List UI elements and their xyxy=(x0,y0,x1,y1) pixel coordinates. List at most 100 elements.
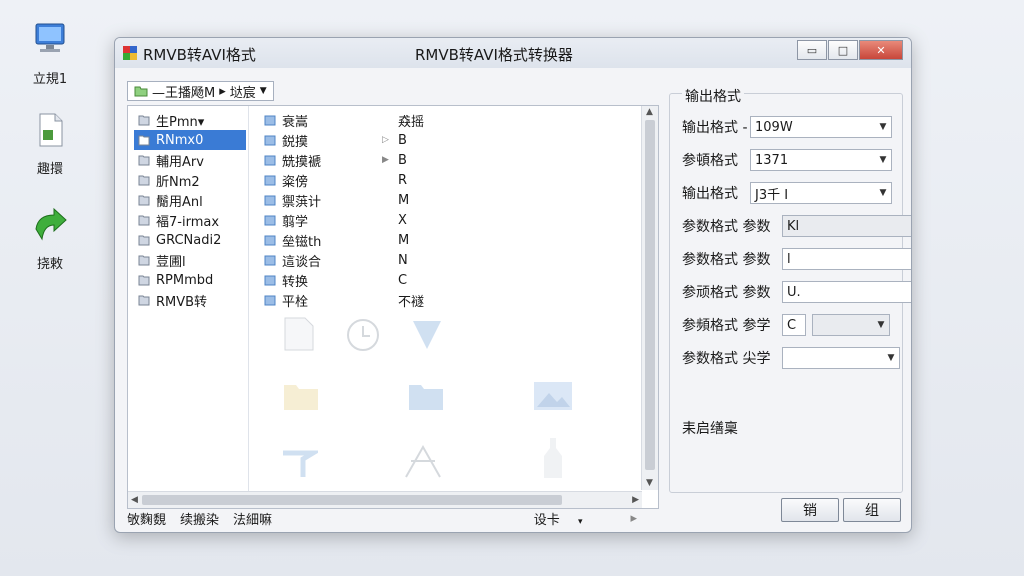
panel-title: 输出格式 xyxy=(682,86,744,106)
folder-label: 生Pmn▾ xyxy=(156,114,205,130)
folder-label: 褔7-irmax xyxy=(156,214,220,230)
folder-label: 鬜用Anl xyxy=(156,194,203,210)
format-label: 参顽格式 参数 xyxy=(682,285,771,301)
title-bar[interactable]: RMVB转AVI格式 RMVB转AVI格式转换器 ▭ □ ✕ xyxy=(115,38,911,68)
status-item: 续搬染 xyxy=(180,512,220,528)
detail-list-item[interactable]: ▶ B xyxy=(378,150,478,170)
format-setting-row: 参数格式 尖学 ▼ xyxy=(682,347,900,369)
ok-button[interactable]: 销 xyxy=(781,498,839,522)
file-list-item[interactable]: 垒镃th xyxy=(260,230,360,250)
format-dropdown[interactable]: l▼ xyxy=(782,248,911,270)
file-icon xyxy=(264,235,276,246)
chevron-down-icon[interactable]: ▼ xyxy=(260,86,267,96)
detail-list-item[interactable]: R xyxy=(378,170,478,190)
format-dropdown[interactable]: U. ▼ xyxy=(782,281,911,303)
close-button[interactable]: ✕ xyxy=(859,40,903,60)
folder-list-item[interactable]: RPMmbd xyxy=(134,270,246,290)
scroll-thumb[interactable] xyxy=(142,495,562,505)
field-value: Kl xyxy=(787,218,800,234)
scroll-left-icon[interactable]: ◀ xyxy=(131,495,138,505)
expand-arrow-icon: ▷ xyxy=(382,135,389,145)
scroll-down-icon[interactable]: ▼ xyxy=(646,478,653,488)
nav-arrow-icon[interactable]: ▸ xyxy=(630,511,637,526)
chevron-down-icon: ▼ xyxy=(907,249,911,269)
desktop-icon-document[interactable]: 趣擐 xyxy=(20,110,80,177)
folder-label: 輔用Arv xyxy=(156,154,204,170)
format-dropdown[interactable]: J3千 I ▼ xyxy=(750,182,892,204)
file-label: 粢傍 xyxy=(282,174,309,190)
detail-list-item[interactable]: ▷ B xyxy=(378,130,478,150)
desktop-icon-label: 趣擐 xyxy=(36,162,63,177)
format-label: 参数格式 参数 xyxy=(682,219,771,235)
folder-list-item[interactable]: RNmx0 xyxy=(134,130,246,150)
detail-list-item[interactable]: 猋摇 xyxy=(378,110,478,130)
detail-list-item[interactable]: C xyxy=(378,270,478,290)
format-dropdown[interactable]: ▼ xyxy=(812,314,890,336)
file-label: 翦学 xyxy=(282,214,309,230)
format-label: 参頻格式 参学 xyxy=(682,318,771,334)
file-label: 禦葓计 xyxy=(282,194,322,210)
file-icon xyxy=(264,175,276,186)
folder-list-item[interactable]: 褔7-irmax xyxy=(134,210,246,230)
format-label: 参数格式 尖学 xyxy=(682,351,771,367)
file-list-item[interactable]: 這谈合 xyxy=(260,250,360,270)
folder-list-item[interactable]: 鬜用Anl xyxy=(134,190,246,210)
folder-list-item[interactable]: 輔用Arv xyxy=(134,150,246,170)
folder-nav-icon xyxy=(134,86,148,97)
file-list-item[interactable]: 兟摸褫 xyxy=(260,150,360,170)
detail-list-item[interactable]: 不襚 xyxy=(378,290,478,310)
format-field[interactable]: C xyxy=(782,314,806,336)
converter-window: RMVB转AVI格式 RMVB转AVI格式转换器 ▭ □ ✕ —王播飏M ▸ 垯… xyxy=(114,37,912,533)
expand-arrow-icon: ▶ xyxy=(382,155,389,165)
folder-list-item[interactable]: RMVB转 xyxy=(134,290,246,310)
scroll-thumb[interactable] xyxy=(645,120,655,470)
format-label: 参数格式 参数 xyxy=(682,252,771,268)
file-list-item[interactable]: 禦葓计 xyxy=(260,190,360,210)
field-value: J3千 I xyxy=(755,187,789,203)
file-icon xyxy=(264,255,276,266)
setting-label: 设卡 xyxy=(533,512,560,528)
detail-label: C xyxy=(398,272,408,288)
format-dropdown[interactable]: 1371 ▼ xyxy=(750,149,892,171)
detail-label: N xyxy=(398,252,408,268)
desktop-icon-computer[interactable]: 立規1 xyxy=(20,20,80,87)
scroll-up-icon[interactable]: ▲ xyxy=(646,107,653,117)
file-list-item[interactable]: 平栓 xyxy=(260,290,360,310)
detail-list-item[interactable]: N xyxy=(378,250,478,270)
folder-list-item[interactable]: 生Pmn▾ xyxy=(134,110,246,130)
breadcrumb[interactable]: —王播飏M ▸ 垯宸 ▼ xyxy=(127,81,274,101)
computer-icon xyxy=(35,23,65,52)
detail-label: X xyxy=(398,212,407,228)
setting-dropdown[interactable]: 设卡 ▾ xyxy=(534,509,597,528)
folder-icon xyxy=(138,255,150,266)
cancel-button[interactable]: 组 xyxy=(843,498,901,522)
folder-list-item[interactable]: GRCNadi2 xyxy=(134,230,246,250)
file-list-item[interactable]: 粢傍 xyxy=(260,170,360,190)
folder-icon xyxy=(138,135,150,146)
detail-list-item[interactable]: X xyxy=(378,210,478,230)
field-value: C xyxy=(787,317,797,333)
detail-list-item[interactable]: M xyxy=(378,190,478,210)
file-list-item[interactable]: 衰嵩 xyxy=(260,110,360,130)
minimize-button[interactable]: ▭ xyxy=(797,40,827,60)
detail-list-item[interactable]: M xyxy=(378,230,478,250)
folder-column: 生Pmn▾ RNmx0 輔用Arv 肵Nm2 鬜用Anl 褔7-irmax GRCNadi2… xyxy=(134,110,246,310)
file-label: 兟摸褫 xyxy=(282,154,322,170)
file-list-item[interactable]: 翦学 xyxy=(260,210,360,230)
horizontal-scrollbar[interactable]: ◀ ▶ xyxy=(128,491,642,508)
detail-label: M xyxy=(398,192,410,208)
maximize-button[interactable]: □ xyxy=(828,40,858,60)
desktop-icon-arrow[interactable]: 挠敕 xyxy=(20,205,80,272)
format-dropdown[interactable]: 109W ▼ xyxy=(750,116,892,138)
format-dropdown[interactable]: Kl ▼ xyxy=(782,215,911,237)
file-list-item[interactable]: 转换 xyxy=(260,270,360,290)
folder-list-item[interactable]: 肵Nm2 xyxy=(134,170,246,190)
scroll-right-icon[interactable]: ▶ xyxy=(632,495,639,505)
vertical-scrollbar[interactable]: ▲ ▼ xyxy=(641,106,658,490)
format-label: 输出格式 xyxy=(682,186,738,202)
detail-label: R xyxy=(398,172,408,188)
folder-list-item[interactable]: 荳圃l xyxy=(134,250,246,270)
chevron-down-icon: ▼ xyxy=(877,320,885,330)
format-dropdown[interactable]: ▼ xyxy=(782,347,900,369)
file-list-item[interactable]: 鋭摸 xyxy=(260,130,360,150)
